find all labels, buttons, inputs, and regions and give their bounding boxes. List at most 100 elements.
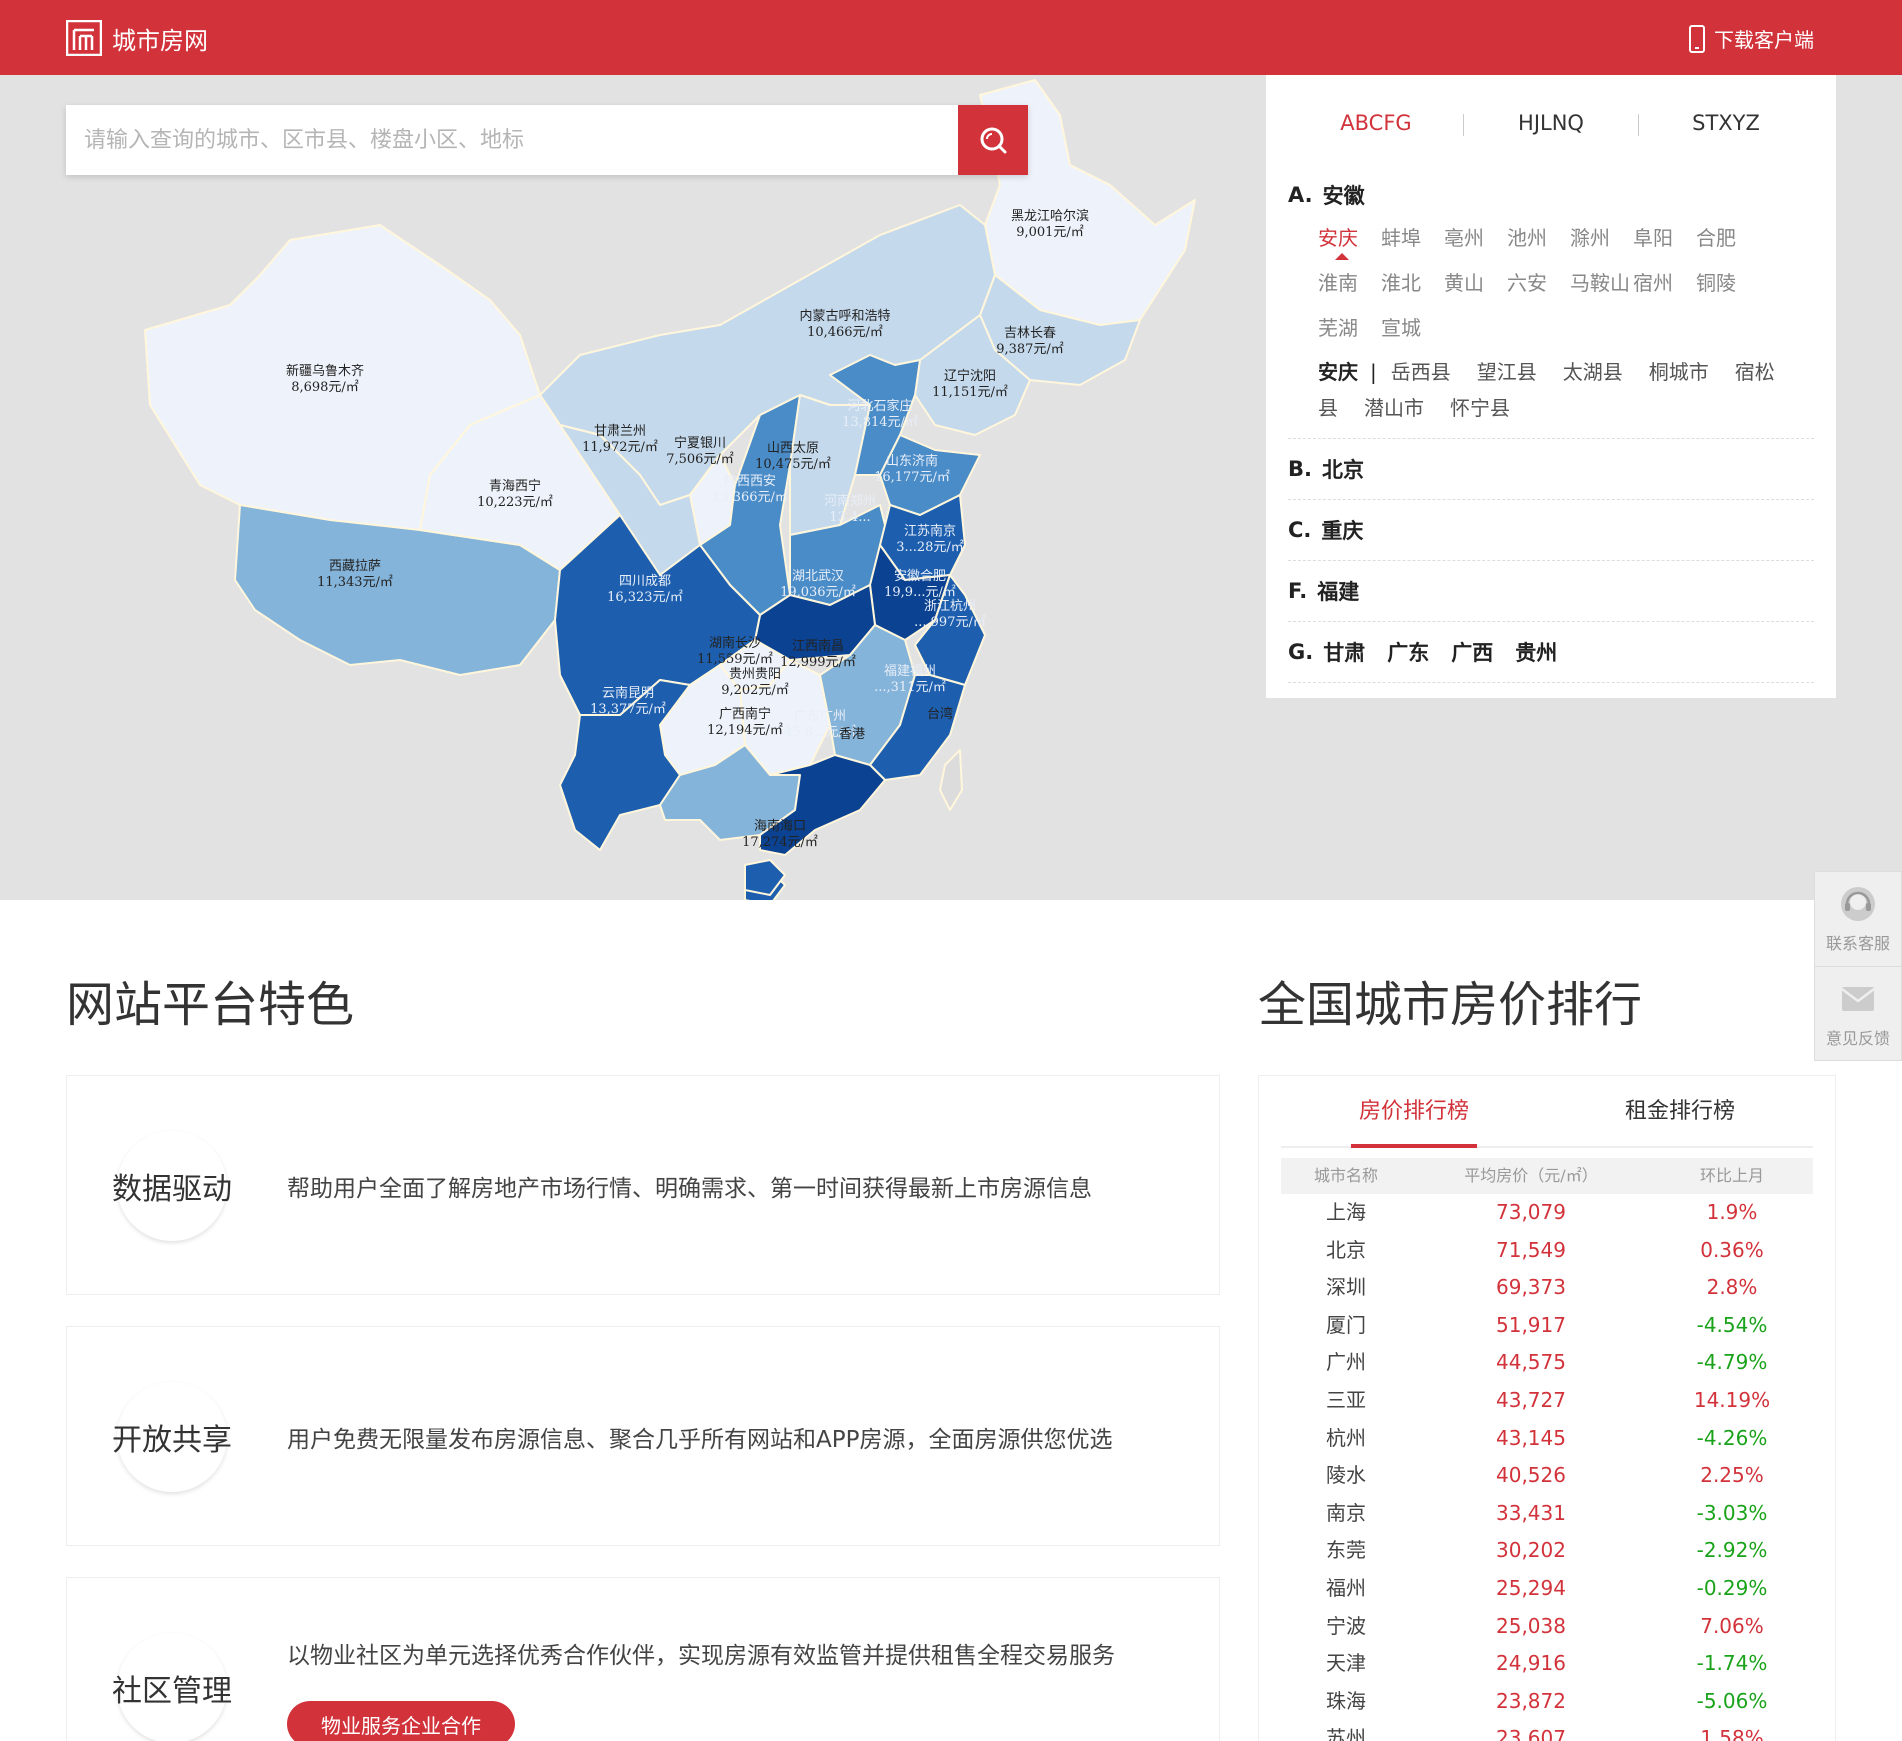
table-row[interactable]: 福州 25,294 -0.29%: [1281, 1570, 1813, 1608]
map-city-name[interactable]: 浙江杭州: [924, 599, 976, 614]
city-link[interactable]: 六安: [1507, 264, 1570, 309]
table-row[interactable]: 宁波 25,038 7.06%: [1281, 1608, 1813, 1646]
map-city-name[interactable]: 内蒙古呼和浩特: [799, 308, 890, 324]
city-link[interactable]: 池州: [1507, 219, 1570, 264]
map-city-name[interactable]: 黑龙江哈尔滨: [1011, 208, 1089, 224]
row-city: 南京: [1326, 1500, 1366, 1525]
row-change: -4.26%: [1696, 1425, 1768, 1450]
tab-price-ranking[interactable]: 房价排行榜: [1281, 1076, 1547, 1148]
city-link[interactable]: 宿州: [1633, 264, 1696, 309]
map-city-name[interactable]: 四川成都: [619, 574, 671, 589]
county-link[interactable]: 怀宁县: [1450, 396, 1510, 420]
map-city-name[interactable]: 河南郑州: [824, 493, 876, 509]
map-city-name[interactable]: 安徽合肥: [894, 569, 946, 584]
table-row[interactable]: 广州 44,575 -4.79%: [1281, 1344, 1813, 1382]
map-city-name[interactable]: 辽宁沈阳: [944, 368, 996, 384]
table-row[interactable]: 南京 33,431 -3.03%: [1281, 1495, 1813, 1533]
row-city: 苏州: [1326, 1726, 1366, 1741]
map-city-price: 13,366元/㎡: [712, 490, 788, 505]
city-link[interactable]: 淮北: [1381, 264, 1444, 309]
county-link[interactable]: 潜山市: [1364, 396, 1424, 420]
row-price: 73,079: [1496, 1200, 1566, 1224]
city-link[interactable]: 马鞍山: [1570, 264, 1633, 309]
map-city-name[interactable]: 香港: [839, 727, 865, 742]
table-row[interactable]: 北京 71,549 0.36%: [1281, 1232, 1813, 1270]
search-button[interactable]: [958, 105, 1028, 175]
map-city-name[interactable]: 江苏南京: [904, 523, 956, 539]
top-bar: 城市房网 下载客户端: [0, 0, 1902, 75]
city-link[interactable]: 阜阳: [1633, 219, 1696, 264]
map-city-name[interactable]: 福建福州: [884, 664, 936, 679]
brand-logo[interactable]: 城市房网: [66, 20, 208, 56]
map-city-name[interactable]: 新疆乌鲁木齐: [286, 363, 364, 379]
map-city-name[interactable]: 河北石家庄: [847, 398, 912, 414]
letter-group-f: F. 福建: [1288, 561, 1814, 622]
table-row[interactable]: 苏州 23,607 1.58%: [1281, 1720, 1813, 1741]
map-city-name[interactable]: 山东济南: [886, 453, 938, 469]
row-change: -3.03%: [1696, 1500, 1768, 1525]
table-row[interactable]: 杭州 43,145 -4.26%: [1281, 1420, 1813, 1458]
map-city-name[interactable]: 吉林长春: [1004, 326, 1056, 341]
feedback-button[interactable]: 意见反馈: [1815, 966, 1901, 1060]
county-link[interactable]: 望江县: [1477, 360, 1537, 384]
province-guangdong[interactable]: 广东: [1387, 637, 1429, 667]
province-beijing[interactable]: 北京: [1322, 454, 1364, 484]
map-city-name[interactable]: 广东广州: [794, 709, 846, 724]
county-link[interactable]: 太湖县: [1563, 360, 1623, 384]
table-row[interactable]: 上海 73,079 1.9%: [1281, 1194, 1813, 1232]
city-link[interactable]: 淮南: [1318, 264, 1381, 309]
county-link[interactable]: 桐城市: [1649, 360, 1709, 384]
map-city-name[interactable]: 云南昆明: [602, 685, 654, 701]
province-anhui[interactable]: 安徽: [1323, 180, 1365, 210]
map-city-name[interactable]: 广西南宁: [719, 706, 771, 722]
city-link[interactable]: 蚌埠: [1381, 219, 1444, 264]
city-link[interactable]: 滁州: [1570, 219, 1633, 264]
table-row[interactable]: 深圳 69,373 2.8%: [1281, 1269, 1813, 1307]
table-row[interactable]: 三亚 43,727 14.19%: [1281, 1382, 1813, 1420]
contact-service-label: 联系客服: [1825, 934, 1890, 953]
map-city-name[interactable]: 宁夏银川: [674, 435, 726, 451]
city-link[interactable]: 铜陵: [1696, 264, 1759, 309]
map-region-taiwan: [939, 749, 963, 811]
city-link[interactable]: 黄山: [1444, 264, 1507, 309]
province-gansu[interactable]: 甘肃: [1323, 637, 1365, 667]
property-partner-button[interactable]: 物业服务企业合作: [287, 1701, 515, 1741]
province-chongqing[interactable]: 重庆: [1321, 515, 1363, 545]
city-link[interactable]: 宣城: [1381, 309, 1444, 354]
table-row[interactable]: 东莞 30,202 -2.92%: [1281, 1532, 1813, 1570]
map-city-name[interactable]: 海南海口: [754, 818, 806, 834]
download-app-link[interactable]: 下载客户端: [1688, 24, 1814, 53]
contact-service-button[interactable]: 联系客服: [1815, 872, 1901, 966]
search-input[interactable]: [66, 105, 958, 175]
map-city-name[interactable]: 甘肃兰州: [594, 424, 646, 439]
tab-stxyz[interactable]: STXYZ: [1639, 111, 1813, 136]
map-city-name[interactable]: 台湾: [927, 706, 953, 722]
province-guizhou[interactable]: 贵州: [1515, 637, 1557, 667]
province-guangxi[interactable]: 广西: [1451, 637, 1493, 667]
city-link[interactable]: 亳州: [1444, 219, 1507, 264]
table-row[interactable]: 厦门 51,917 -4.54%: [1281, 1307, 1813, 1345]
map-city-price: 19,036元/㎡: [780, 585, 856, 600]
map-city-name[interactable]: 西藏拉萨: [329, 559, 381, 574]
map-city-name[interactable]: 山西太原: [767, 441, 819, 456]
tab-hjlnq[interactable]: HJLNQ: [1464, 111, 1638, 136]
letter-group-a: A. 安徽 安庆 蚌埠 亳州 池州 滁州 阜阳 合肥 淮南 淮北 黄山 六安 马鞍山 宿州 铜陵 芜湖 宣城 …: [1288, 175, 1814, 439]
county-link[interactable]: 岳西县: [1391, 360, 1451, 384]
map-city-price: ...,311元/㎡: [874, 680, 946, 695]
city-link[interactable]: 芜湖: [1318, 309, 1381, 354]
table-row[interactable]: 陵水 40,526 2.25%: [1281, 1457, 1813, 1495]
map-city-name[interactable]: 江西南昌: [792, 638, 844, 654]
province-fujian[interactable]: 福建: [1317, 576, 1359, 606]
city-link[interactable]: 合肥: [1696, 219, 1759, 264]
map-city-name[interactable]: 青海西宁: [489, 478, 541, 494]
city-link[interactable]: 安庆: [1318, 219, 1381, 264]
tab-abcfg[interactable]: ABCFG: [1289, 111, 1463, 136]
map-city-name[interactable]: 贵州贵阳: [729, 667, 781, 682]
row-price: 30,202: [1496, 1538, 1566, 1563]
map-city-name[interactable]: 湖北武汉: [792, 569, 844, 584]
map-city-name[interactable]: 陕西西安: [724, 474, 776, 489]
tab-rent-ranking[interactable]: 租金排行榜: [1547, 1076, 1813, 1146]
table-row[interactable]: 珠海 23,872 -5.06%: [1281, 1683, 1813, 1721]
map-city-name[interactable]: 湖南长沙: [709, 635, 761, 651]
table-row[interactable]: 天津 24,916 -1.74%: [1281, 1645, 1813, 1683]
